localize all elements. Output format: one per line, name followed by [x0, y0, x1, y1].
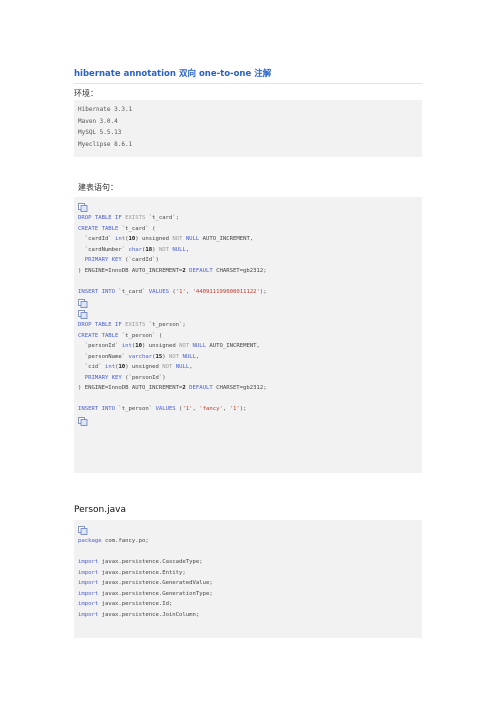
java-line: import javax.persistence.GeneratedValue;: [78, 580, 213, 586]
document-page: hibernate annotation 双向 one-to-one 注解 环境： H…: [0, 0, 496, 702]
sql-line: INSERT INTO `t_person` VALUES ('1', 'fan…: [78, 406, 247, 412]
copy-code-icon[interactable]: [78, 416, 88, 426]
java-line: package com.fancy.po;: [78, 538, 149, 544]
sql-line: PRIMARY KEY (`personId`): [84, 374, 166, 381]
env-code-block: Hibernate 3.3.1 Maven 3.0.4 MySQL 5.5.13…: [74, 100, 422, 157]
sql-line: CREATE TABLE `t_person` (: [78, 332, 163, 339]
page-title: hibernate annotation 双向 one-to-one 注解: [74, 67, 422, 84]
copy-code-icon[interactable]: [78, 203, 88, 212]
sql-line: CREATE TABLE `t_card` (: [78, 225, 156, 232]
sql-line: `personId` int(10) unsigned NOT NULL AUT…: [78, 343, 260, 349]
env-line: Hibernate 3.3.1: [78, 106, 133, 113]
java-blank-line: [78, 547, 418, 558]
title-part: one-to-one: [198, 69, 252, 79]
java-line: import javax.persistence.CascadeType;: [78, 559, 203, 565]
title-part: 双向: [178, 69, 196, 79]
java-line: import javax.persistence.Id;: [78, 601, 173, 607]
env-line: Maven 3.0.4: [78, 117, 118, 125]
copy-code-icon[interactable]: [78, 310, 88, 319]
env-line: Myeclipse 8.6.1: [78, 140, 133, 148]
sql-line: PRIMARY KEY (`cardId`): [84, 257, 159, 263]
env-line: MySQL 5.5.13: [78, 129, 122, 137]
sql-line: DROP TABLE IF EXISTS `t_card`;: [78, 215, 180, 221]
sql-line: ) ENGINE=InnoDB AUTO_INCREMENT=2 DEFAULT…: [78, 385, 267, 391]
title-part: hibernate annotation: [74, 69, 176, 79]
sql-line: ) ENGINE=InnoDB AUTO_INCREMENT=2 DEFAULT…: [78, 267, 267, 274]
title-part: 注解: [254, 69, 272, 79]
sql-blank-line: [78, 276, 418, 287]
sql-line: INSERT INTO `t_card` VALUES ('1', '44091…: [78, 288, 267, 295]
env-label: 环境：: [74, 89, 98, 98]
section-heading: Person.java: [74, 505, 126, 515]
java-line: import javax.persistence.GenerationType;: [78, 590, 213, 597]
sql-blank-line: [78, 394, 418, 405]
copy-code-icon[interactable]: [78, 526, 88, 535]
sql-label: 建表语句：: [78, 183, 118, 192]
sql-line: `cid` int(10) unsigned NOT NULL,: [78, 364, 193, 370]
sql-line: `personName` varchar(15) NOT NULL,: [78, 353, 200, 360]
sql-line: `cardNumber` char(18) NOT NULL,: [78, 246, 190, 253]
java-code-block: package com.fancy.po; import javax.persi…: [74, 520, 422, 638]
sql-code-block: DROP TABLE IF EXISTS `t_card`; CREATE TA…: [74, 197, 422, 473]
java-line: import javax.persistence.Entity;: [78, 569, 186, 576]
copy-code-icon[interactable]: [78, 299, 88, 308]
java-line: import javax.persistence.JoinColumn;: [78, 611, 200, 618]
sql-line: DROP TABLE IF EXISTS `t_person`;: [78, 322, 186, 328]
sql-line: `cardId` int(10) unsigned NOT NULL AUTO_…: [78, 236, 254, 242]
